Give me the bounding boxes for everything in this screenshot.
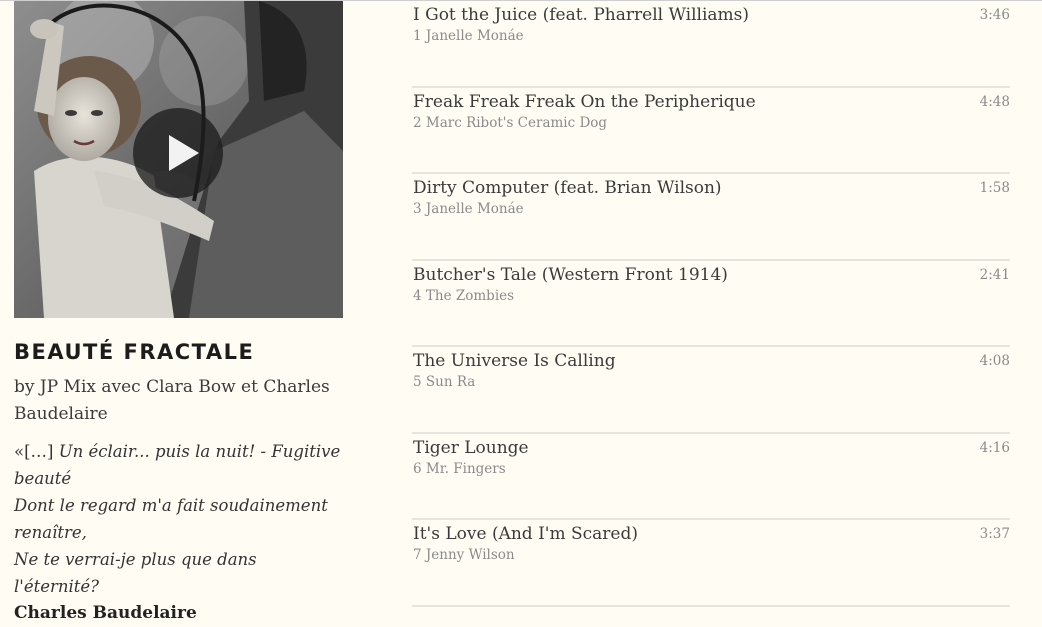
track-title[interactable]: The Universe Is Calling (413, 351, 616, 371)
track-duration: 3:37 (979, 526, 1010, 542)
mix-description: «[…] Un éclair... puis la nuit! - Fugiti… (14, 438, 343, 627)
track-artist[interactable]: Janelle Monáe (426, 201, 524, 217)
track-number: 5 (413, 374, 422, 390)
play-button[interactable] (133, 108, 223, 198)
track-duration: 3:46 (979, 7, 1010, 23)
track-artist[interactable]: Marc Ribot's Ceramic Dog (426, 115, 607, 131)
track-duration: 4:16 (979, 439, 1010, 456)
track-duration: 4:08 (979, 353, 1010, 369)
quote-line-2: Dont le regard m'a fait soudainement ren… (14, 496, 328, 542)
track-artist[interactable]: Jenny Wilson (426, 547, 515, 563)
track-title[interactable]: Tiger Lounge (413, 438, 529, 458)
quote-open: «[…] (14, 442, 59, 461)
track-meta: 4 The Zombies (413, 288, 514, 304)
track-list: I Got the Juice (feat. Pharrell Williams… (412, 1, 1010, 607)
track-title[interactable]: It's Love (And I'm Scared) (413, 524, 638, 544)
track-number: 3 (413, 201, 422, 217)
track-artist[interactable]: The Zombies (426, 288, 514, 304)
mix-panel: BEAUTÉ FRACTALE by JP Mix avec Clara Bow… (14, 1, 343, 627)
quote-line-1-text: Un éclair... puis la nuit! - Fugitive be… (14, 442, 341, 488)
track-row[interactable]: The Universe Is Calling 5 Sun Ra 4:08 (412, 347, 1010, 434)
mix-byline: by JP Mix avec Clara Bow et Charles Baud… (14, 377, 330, 424)
track-row[interactable]: Freak Freak Freak On the Peripherique 2 … (412, 88, 1010, 174)
track-duration: 2:41 (979, 266, 1010, 283)
track-artist[interactable]: Mr. Fingers (426, 461, 506, 477)
track-title[interactable]: I Got the Juice (feat. Pharrell Williams… (413, 5, 749, 25)
track-meta: 7 Jenny Wilson (413, 547, 515, 563)
track-meta: 5 Sun Ra (413, 374, 475, 390)
track-number: 1 (413, 28, 422, 44)
track-meta: 6 Mr. Fingers (413, 461, 506, 477)
cover-image[interactable] (14, 1, 343, 318)
track-number: 7 (413, 547, 422, 563)
quote-line-3: Ne te verrai-je plus que dans l'éternité… (14, 550, 257, 596)
play-icon (169, 135, 199, 171)
track-meta: 3 Janelle Monáe (413, 201, 524, 217)
track-meta: 2 Marc Ribot's Ceramic Dog (413, 115, 607, 131)
track-number: 2 (413, 114, 422, 131)
track-row[interactable]: Butcher's Tale (Western Front 1914) 4 Th… (412, 261, 1010, 347)
track-title[interactable]: Dirty Computer (feat. Brian Wilson) (413, 178, 722, 198)
track-duration: 1:58 (979, 180, 1010, 196)
track-meta: 1 Janelle Monáe (413, 28, 524, 44)
track-row[interactable]: It's Love (And I'm Scared) 7 Jenny Wilso… (412, 520, 1010, 607)
track-row[interactable]: I Got the Juice (feat. Pharrell Williams… (412, 1, 1010, 88)
track-number: 4 (413, 287, 422, 304)
track-duration: 4:48 (979, 93, 1010, 110)
track-title[interactable]: Freak Freak Freak On the Peripherique (413, 92, 756, 112)
track-row[interactable]: Tiger Lounge 6 Mr. Fingers 4:16 (412, 434, 1010, 520)
track-artist[interactable]: Sun Ra (426, 374, 475, 390)
track-title[interactable]: Butcher's Tale (Western Front 1914) (413, 265, 728, 285)
quote-author: Charles Baudelaire (14, 603, 197, 623)
track-artist[interactable]: Janelle Monáe (426, 28, 524, 44)
quote-line-1: «[…] Un éclair... puis la nuit! - Fugiti… (14, 438, 343, 492)
mix-title: BEAUTÉ FRACTALE (14, 340, 255, 364)
track-row[interactable]: Dirty Computer (feat. Brian Wilson) 3 Ja… (412, 174, 1010, 261)
track-number: 6 (413, 460, 422, 477)
